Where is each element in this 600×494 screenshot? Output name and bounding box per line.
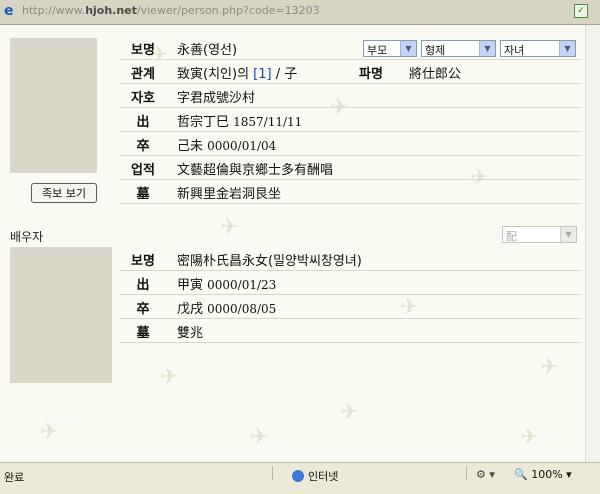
spouse-row-birth: 出 甲寅 0000/01/23 <box>119 271 581 295</box>
status-text: 완료 <box>4 471 25 484</box>
spouse-select[interactable]: 配 ▼ <box>502 226 577 243</box>
background-bird-icon: ✈ <box>250 425 269 450</box>
person-photo <box>10 38 97 173</box>
zoom-control[interactable]: 🔍 100% ▾ <box>514 468 572 481</box>
chevron-down-icon: ▼ <box>400 41 416 56</box>
siblings-select[interactable]: 형제 ▼ <box>421 40 496 57</box>
background-bird-icon: ✈ <box>160 365 179 390</box>
background-bird-icon: ✈ <box>40 420 59 445</box>
status-divider <box>466 466 467 480</box>
ie-icon: e <box>4 3 14 19</box>
spouse-label: 배우자 <box>10 230 44 244</box>
address-bar[interactable]: e http://www.hjoh.net/viewer/person.php?… <box>0 0 600 25</box>
spouse-row-grave: 墓 雙兆 <box>119 319 581 343</box>
person-row-achievement: 업적 文藝超倫與京鄉士多有酬唱 <box>119 156 581 180</box>
person-row-pen-name: 자호 字君成號沙村 <box>119 84 581 108</box>
vertical-scrollbar[interactable] <box>585 25 600 462</box>
background-bird-icon: ✈ <box>220 215 239 240</box>
background-bird-icon: ✈ <box>540 355 559 380</box>
page-icon[interactable]: ✓ <box>574 4 588 18</box>
chevron-down-icon: ▼ <box>560 227 576 242</box>
protected-mode-icon[interactable]: ⚙ ▾ <box>476 468 495 481</box>
status-bar: 완료 인터넷 ⚙ ▾ 🔍 100% ▾ <box>0 462 600 494</box>
chevron-down-icon: ▼ <box>479 41 495 56</box>
spouse-row-name: 보명 密陽朴氏昌永女(밀양박씨창영녀) <box>119 247 581 271</box>
chevron-down-icon: ▼ <box>559 41 575 56</box>
spouse-photo <box>10 247 112 383</box>
security-zone[interactable]: 인터넷 <box>292 468 338 484</box>
children-select[interactable]: 자녀 ▼ <box>500 40 576 57</box>
spouse-row-death: 卒 戊戌 0000/08/05 <box>119 295 581 319</box>
globe-icon <box>292 470 304 482</box>
background-bird-icon: ✈ <box>340 400 359 425</box>
person-row-birth: 出 哲宗丁巳 1857/11/11 <box>119 108 581 132</box>
person-row-death: 卒 己未 0000/01/04 <box>119 132 581 156</box>
person-row-relation: 관계 致寅(치인)의 [1] / 子 파명 將仕郎公 <box>119 60 581 84</box>
person-row-grave: 墓 新興里金岩洞艮坐 <box>119 180 581 204</box>
genealogy-view-button[interactable]: 족보 보기 <box>31 183 97 203</box>
background-bird-icon: ✈ <box>520 425 539 450</box>
parents-select[interactable]: 부모 ▼ <box>363 40 417 57</box>
father-link[interactable]: [1] <box>253 67 271 82</box>
status-divider <box>272 466 273 480</box>
url-text[interactable]: http://www.hjoh.net/viewer/person.php?co… <box>22 4 320 17</box>
content-area: ✈ ✈ ✈ ✈ ✈ ✈ ✈ ✈ ✈ ✈ ✈ 족보 보기 보명 永善(영선) 부모… <box>0 25 586 462</box>
